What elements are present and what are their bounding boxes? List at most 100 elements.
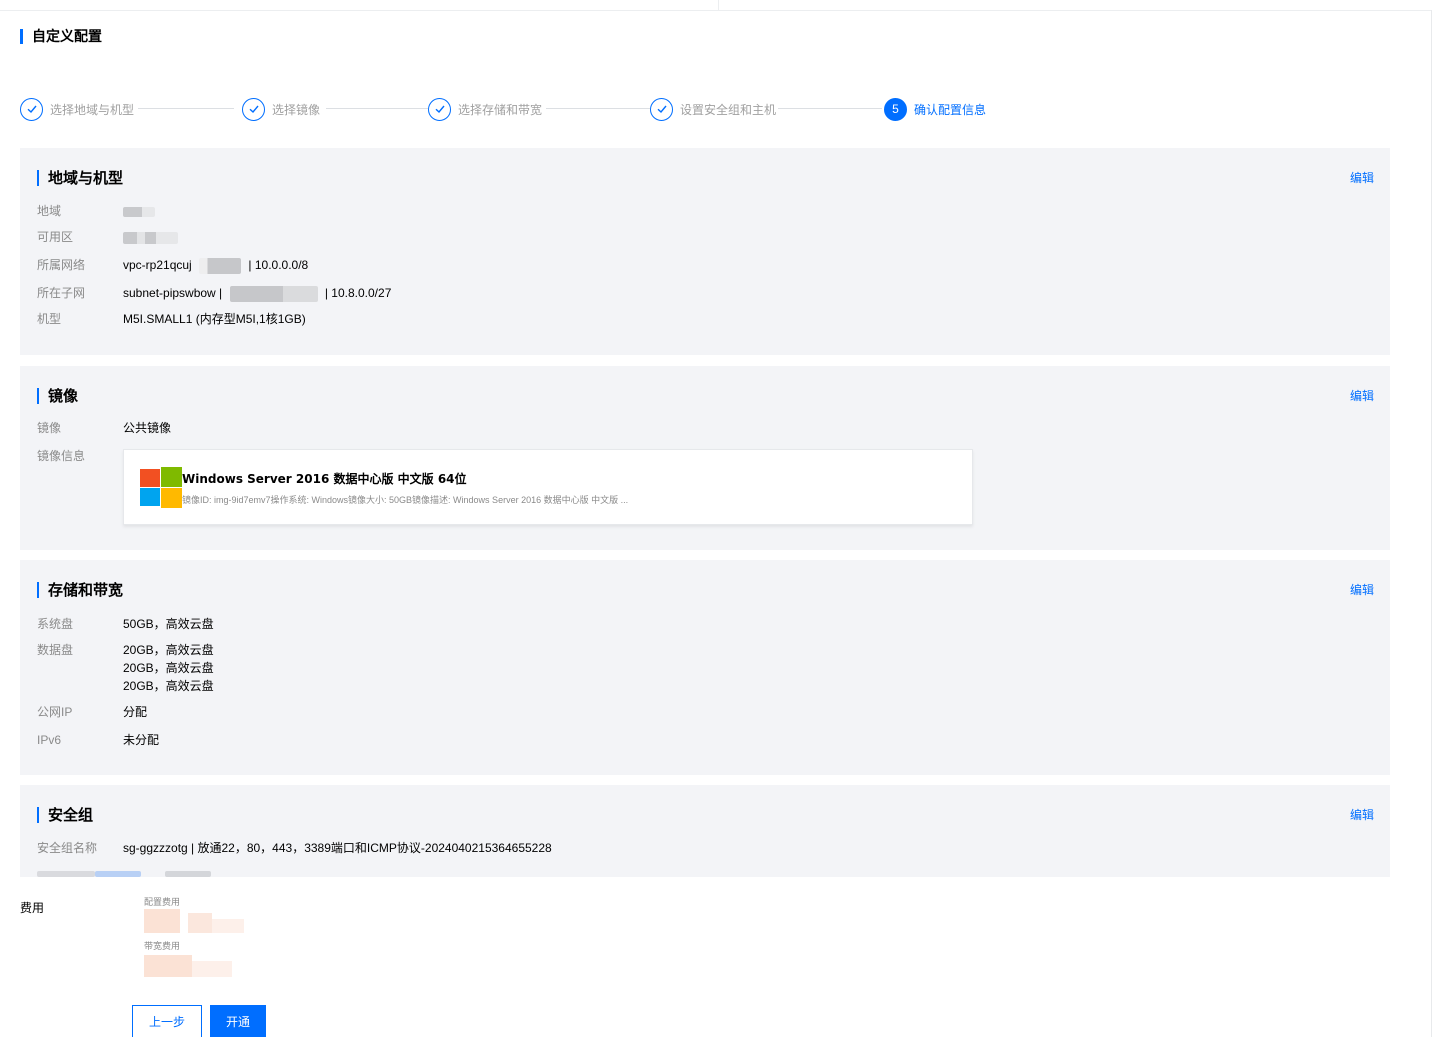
public-ip-row: 公网IP 分配 [37,703,147,721]
step-connector [778,108,882,109]
row-key: 所在子网 [37,286,86,300]
config-fee-redacted [188,913,212,933]
row-key: 机型 [37,312,62,326]
image-description: 镜像ID: img-9id7emv7操作系统: Windows镜像大小: 50G… [182,495,629,505]
section-title-text: 存储和带宽 [48,582,124,599]
section-accent-bar [37,806,39,823]
step-connector [326,108,428,109]
image-name: Windows Server 2016 数据中心版 中文版 64位 [182,472,467,486]
data-disk-item: 20GB，高效云盘 [123,679,214,693]
data-disk-item: 20GB，高效云盘 [123,661,214,675]
vpc-cidr: | 10.0.0.0/8 [248,258,309,272]
model-row: 机型 M5I.SMALL1 (内存型M5I,1核1GB) [37,310,306,328]
fee-action-bar: 费用 配置费用 带宽费用 上一步 开通 [0,877,1390,1037]
row-key: 数据盘 [37,643,74,657]
network-value: vpc-rp21qcuj | 10.0.0.0/8 [123,256,308,274]
section-title-text: 镜像 [48,388,79,405]
edit-security-link[interactable]: 编辑 [1350,806,1374,823]
step-label: 设置安全组和主机 [680,102,777,117]
data-disk-item: 20GB，高效云盘 [123,643,214,657]
step-1[interactable]: 选择地域与机型 [20,96,134,122]
image-type-value: 公共镜像 [123,421,172,435]
data-disk-row: 数据盘 20GB，高效云盘 20GB，高效云盘 20GB，高效云盘 [37,641,214,695]
security-name-value: sg-ggzzzotg | 放通22，80，443，3389端口和ICMP协议-… [123,841,552,855]
step-2[interactable]: 选择镜像 [242,96,320,122]
step-3[interactable]: 选择存储和带宽 [428,96,542,122]
step-4[interactable]: 设置安全组和主机 [650,96,776,122]
top-divider [0,10,1432,11]
subnet-value: subnet-pipswbow | | 10.8.0.0/27 [123,284,391,302]
config-fee-label: 配置费用 [144,897,181,907]
section-title-text: 地域与机型 [48,170,124,187]
section-title: 地域与机型 [37,167,123,188]
subnet-id: subnet-pipswbow | [123,286,223,300]
section-accent-bar [37,169,39,186]
redacted-block [199,257,242,274]
security-name-row: 安全组名称 sg-ggzzzotg | 放通22，80，443，3389端口和I… [37,839,552,857]
open-button[interactable]: 开通 [210,1005,266,1037]
system-disk-value: 50GB，高效云盘 [123,617,214,631]
step-label: 选择存储和带宽 [458,102,543,117]
fee-label: 费用 [20,901,45,915]
bandwidth-fee-label: 带宽费用 [144,941,181,951]
ipv6-row: IPv6 未分配 [37,731,159,749]
check-icon [650,97,673,121]
data-disk-values: 20GB，高效云盘 20GB，高效云盘 20GB，高效云盘 [123,641,214,695]
row-key: 地域 [37,204,62,218]
row-key: 安全组名称 [37,841,98,855]
step-indicator: 选择地域与机型 选择镜像 选择存储和带宽 设置安全组和主机 5 确认配置信息 [20,96,1020,122]
public-ip-value: 分配 [123,705,148,719]
edit-storage-link[interactable]: 编辑 [1350,581,1374,598]
check-icon [20,97,43,121]
bandwidth-fee-redacted [192,961,232,977]
security-section: 安全组 编辑 安全组名称 sg-ggzzzotg | 放通22，80，443，3… [20,785,1390,880]
storage-section: 存储和带宽 编辑 系统盘 50GB，高效云盘 数据盘 20GB，高效云盘 20G… [20,560,1390,775]
page-title-text: 自定义配置 [32,28,102,44]
step-label: 选择镜像 [272,102,321,117]
row-key: 可用区 [37,230,74,244]
title-accent-bar [20,28,23,44]
right-border [1431,10,1432,1037]
check-icon [242,97,265,121]
image-type-row: 镜像 公共镜像 [37,419,171,437]
row-key: 公网IP [37,705,73,719]
subnet-cidr: | 10.8.0.0/27 [324,286,392,300]
redacted-block [229,285,318,302]
image-info-row: 镜像信息 [37,447,123,465]
edit-region-link[interactable]: 编辑 [1350,169,1374,186]
row-key: IPv6 [37,733,62,747]
subnet-row: 所在子网 subnet-pipswbow | | 10.8.0.0/27 [37,284,391,302]
vpc-id: vpc-rp21qcuj [123,258,192,272]
row-key: 系统盘 [37,617,74,631]
security-rules-row-partial [37,867,211,877]
region-row: 地域 [37,202,155,220]
step-5[interactable]: 5 确认配置信息 [884,96,986,122]
zone-value-redacted [123,228,178,246]
region-model-section: 地域与机型 编辑 地域 可用区 所属网络 vpc-rp21qcuj | 10.0… [20,148,1390,355]
step-label: 选择地域与机型 [50,102,135,117]
region-value-redacted [123,202,155,220]
config-fee-redacted [144,909,180,933]
rule-tabs-clipped [95,867,211,877]
network-row: 所属网络 vpc-rp21qcuj | 10.0.0.0/8 [37,256,308,274]
row-key: 所属网络 [37,258,86,272]
model-value: M5I.SMALL1 (内存型M5I,1核1GB) [123,312,306,326]
section-title: 存储和带宽 [37,579,123,600]
top-divider-split [718,0,719,11]
section-accent-bar [37,581,39,598]
system-disk-row: 系统盘 50GB，高效云盘 [37,615,214,633]
check-icon [428,97,451,121]
image-info-card: Windows Server 2016 数据中心版 中文版 64位 镜像ID: … [123,449,973,525]
config-fee-redacted [212,919,244,933]
step-connector [138,108,234,109]
section-title: 安全组 [37,804,93,825]
section-title-text: 安全组 [48,807,94,824]
step-label: 确认配置信息 [914,102,987,117]
row-key: 镜像信息 [37,449,86,463]
zone-row: 可用区 [37,228,178,246]
windows-logo-icon [140,467,182,508]
ipv6-value: 未分配 [123,733,160,747]
section-accent-bar [37,387,39,404]
edit-image-link[interactable]: 编辑 [1350,387,1374,404]
previous-step-button[interactable]: 上一步 [132,1005,202,1037]
